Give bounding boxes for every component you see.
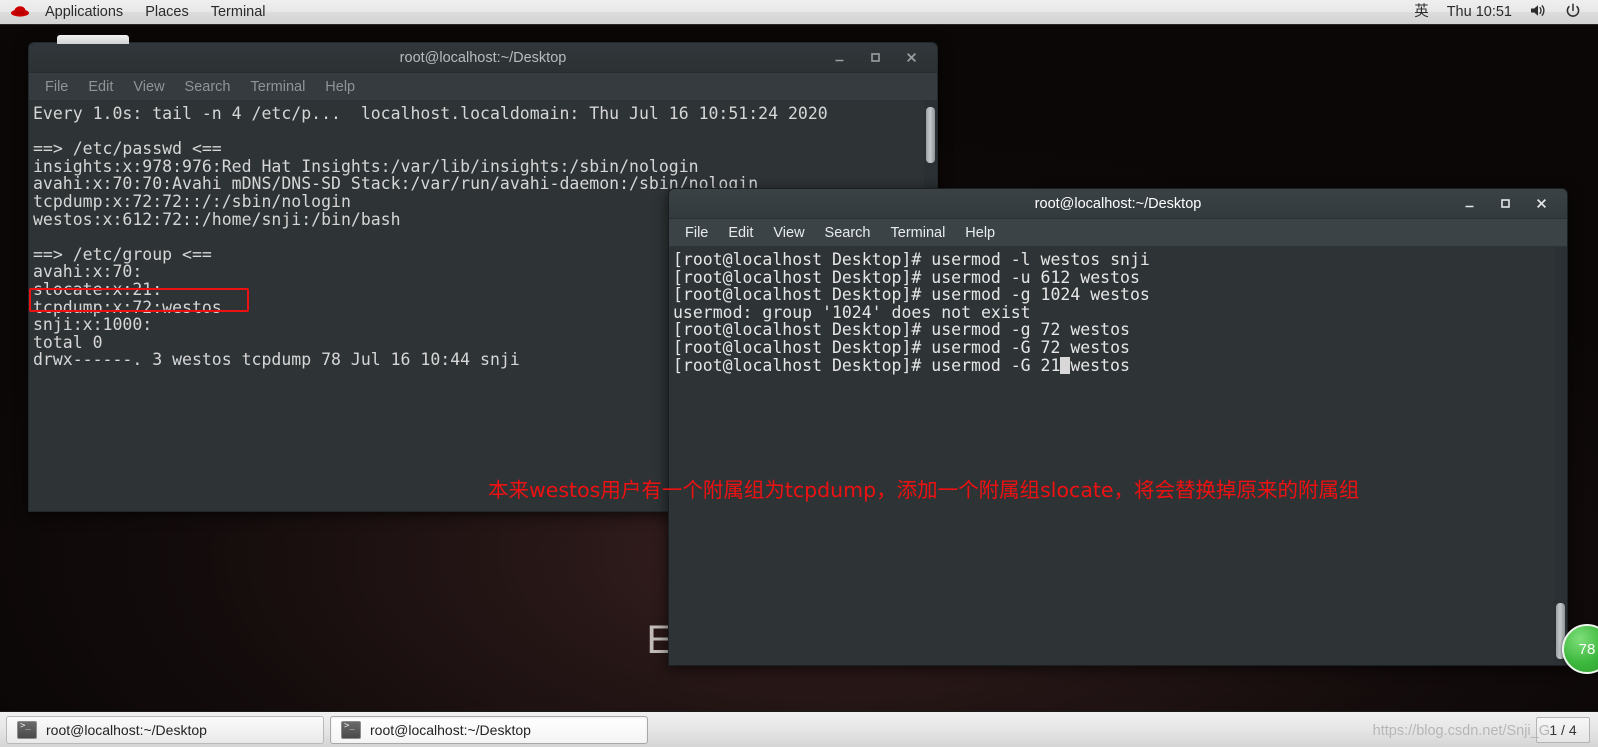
window1-close-icon[interactable]	[903, 50, 919, 66]
redhat-logo-icon[interactable]	[8, 0, 34, 25]
window1-scrollbar-thumb[interactable]	[926, 107, 935, 163]
volume-icon[interactable]	[1521, 0, 1556, 25]
window1-minimize-icon[interactable]	[831, 50, 847, 66]
taskbar-item-label: root@localhost:~/Desktop	[46, 721, 207, 738]
window1-menu-search[interactable]: Search	[175, 76, 241, 98]
window1-titlebar[interactable]: root@localhost:~/Desktop	[29, 43, 937, 73]
terminal-line: usermod: group '1024' does not exist	[673, 302, 1031, 322]
window2-controls	[1461, 196, 1561, 212]
taskbar-item-label: root@localhost:~/Desktop	[370, 721, 531, 738]
top-panel: Applications Places Terminal 英 Thu 10:51	[0, 0, 1598, 25]
window1-maximize-icon[interactable]	[867, 50, 883, 66]
window1-controls	[831, 50, 931, 66]
annotation-note: 本来westos用户有一个附属组为tcpdump，添加一个附属组slocate，…	[488, 478, 1360, 502]
background-window-strip	[57, 35, 129, 44]
taskbar-item-terminal-2[interactable]: root@localhost:~/Desktop	[330, 715, 648, 744]
window1-title: root@localhost:~/Desktop	[399, 49, 567, 66]
window2-menu-search[interactable]: Search	[815, 222, 881, 244]
window2-close-icon[interactable]	[1533, 196, 1549, 212]
window2-menu-terminal[interactable]: Terminal	[881, 222, 956, 244]
terminal-trailing-text: westos	[1070, 355, 1130, 375]
window2-maximize-icon[interactable]	[1497, 196, 1513, 212]
window1-menu-file[interactable]: File	[35, 76, 78, 98]
terminal-line: [root@localhost Desktop]# usermod -g 102…	[673, 285, 1150, 305]
menu-terminal[interactable]: Terminal	[200, 0, 277, 25]
watermark-text: https://blog.csdn.net/Snji_G	[1372, 723, 1550, 739]
menu-applications[interactable]: Applications	[34, 0, 134, 25]
window1-menu-terminal[interactable]: Terminal	[241, 76, 316, 98]
window2-scrollbar[interactable]	[1554, 247, 1567, 665]
menu-places[interactable]: Places	[134, 0, 200, 25]
window2-terminal-body[interactable]: [root@localhost Desktop]# usermod -l wes…	[669, 247, 1567, 665]
terminal-cursor	[1060, 356, 1071, 375]
window2-menubar: File Edit View Search Terminal Help	[669, 219, 1567, 247]
terminal-prompt-text: [root@localhost Desktop]# usermod -G 21	[673, 355, 1061, 375]
terminal-icon	[341, 720, 361, 739]
taskbar: root@localhost:~/Desktop root@localhost:…	[0, 711, 1598, 747]
window2-menu-file[interactable]: File	[675, 222, 718, 244]
window1-menu-edit[interactable]: Edit	[78, 76, 123, 98]
terminal-icon	[17, 720, 37, 739]
window2-title: root@localhost:~/Desktop	[1034, 195, 1202, 212]
taskbar-item-terminal-1[interactable]: root@localhost:~/Desktop	[6, 715, 324, 744]
window1-menu-view[interactable]: View	[123, 76, 174, 98]
window2-terminal-output: [root@localhost Desktop]# usermod -l wes…	[669, 247, 1567, 375]
terminal-line: [root@localhost Desktop]# usermod -G 72 …	[673, 337, 1130, 357]
terminal-line: [root@localhost Desktop]# usermod -l wes…	[673, 250, 1150, 269]
power-icon[interactable]	[1556, 0, 1590, 25]
window2-menu-help[interactable]: Help	[955, 222, 1005, 244]
window2-titlebar[interactable]: root@localhost:~/Desktop	[669, 189, 1567, 219]
clock[interactable]: Thu 10:51	[1438, 0, 1521, 25]
terminal-line: [root@localhost Desktop]# usermod -u 612…	[673, 267, 1140, 287]
terminal-current-line: [root@localhost Desktop]# usermod -G 21 …	[673, 356, 1130, 375]
terminal-window-2[interactable]: root@localhost:~/Desktop File Edit View …	[668, 188, 1568, 666]
window1-menubar: File Edit View Search Terminal Help	[29, 73, 937, 101]
window2-menu-edit[interactable]: Edit	[718, 222, 763, 244]
window2-minimize-icon[interactable]	[1461, 196, 1477, 212]
window1-menu-help[interactable]: Help	[315, 76, 365, 98]
terminal-line: [root@localhost Desktop]# usermod -g 72 …	[673, 320, 1130, 340]
input-method-indicator[interactable]: 英	[1405, 0, 1438, 25]
window2-menu-view[interactable]: View	[763, 222, 814, 244]
top-panel-status-area: 英 Thu 10:51	[1405, 0, 1598, 25]
